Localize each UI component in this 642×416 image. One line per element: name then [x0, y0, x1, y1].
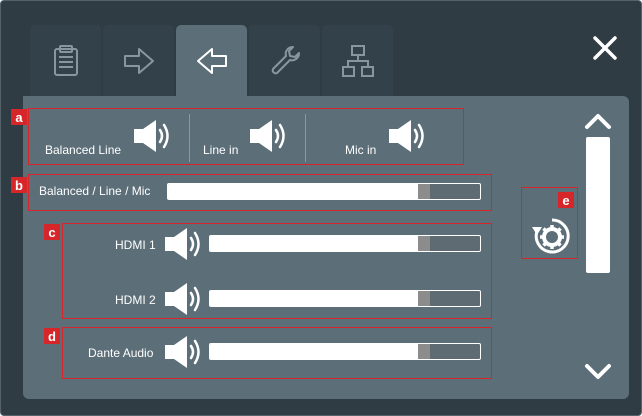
hdmi-1-label: HDMI 1 [115, 238, 156, 252]
balanced-line-label: Balanced Line [45, 143, 122, 157]
slider-fill [210, 291, 418, 306]
speaker-icon[interactable] [163, 281, 203, 317]
speaker-icon[interactable] [387, 118, 427, 154]
divider [189, 114, 190, 162]
reset-settings-button[interactable] [529, 213, 575, 259]
master-level-label: Balanced / Line / Mic [39, 184, 151, 198]
speaker-icon[interactable] [163, 226, 203, 262]
speaker-icon[interactable] [163, 334, 203, 370]
tab-network[interactable] [322, 25, 393, 96]
chevron-up-icon[interactable] [583, 111, 613, 131]
callout-tag-a: a [11, 109, 27, 125]
hdmi-2-label: HDMI 2 [115, 293, 156, 307]
slider-thumb[interactable] [417, 236, 430, 251]
callout-tag-e: e [558, 192, 574, 208]
reset-settings-icon [532, 218, 570, 254]
slider-fill [168, 184, 418, 199]
callout-tag-d: d [44, 328, 60, 344]
arrow-left-outline-icon [196, 47, 227, 74]
tab-clipboard[interactable] [30, 25, 101, 96]
network-icon [341, 44, 374, 77]
tab-tools[interactable] [249, 25, 320, 96]
mic-in-label: Mic in [345, 143, 377, 157]
master-level-slider[interactable] [167, 183, 481, 200]
dante-audio-label: Dante Audio [88, 346, 154, 360]
divider [305, 114, 306, 162]
callout-tag-c: c [44, 224, 60, 240]
slider-thumb[interactable] [417, 184, 430, 199]
close-icon [593, 36, 617, 60]
hdmi-2-level-slider[interactable] [209, 290, 481, 307]
slider-thumb[interactable] [417, 344, 430, 359]
callout-tag-b: b [11, 177, 27, 193]
slider-fill [210, 344, 418, 359]
slider-fill [210, 236, 418, 251]
tab-output[interactable] [103, 25, 174, 96]
wrench-icon [271, 45, 300, 74]
line-in-label: Line in [203, 143, 239, 157]
hdmi-1-level-slider[interactable] [209, 235, 481, 252]
close-button[interactable] [588, 31, 622, 65]
dante-audio-level-slider[interactable] [209, 343, 481, 360]
speaker-icon[interactable] [248, 118, 288, 154]
slider-thumb[interactable] [417, 291, 430, 306]
clipboard-icon [53, 44, 78, 76]
chevron-down-icon[interactable] [583, 362, 613, 382]
app-window: a Balanced Line Line in Mic in b Balance… [0, 0, 642, 416]
scrollbar[interactable] [586, 137, 610, 273]
tab-input[interactable] [176, 25, 247, 96]
speaker-icon[interactable] [132, 118, 172, 154]
arrow-right-outline-icon [123, 47, 154, 74]
